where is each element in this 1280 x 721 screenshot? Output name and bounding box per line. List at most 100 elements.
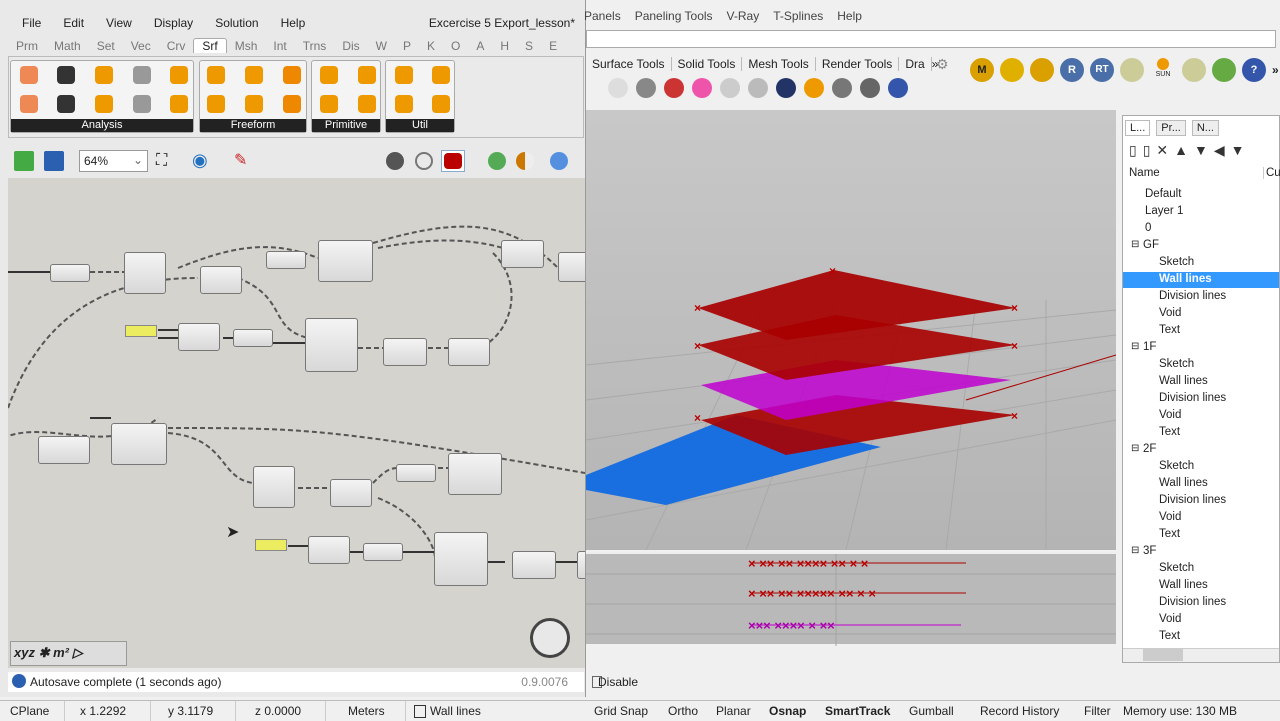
layer-item[interactable]: Void: [1159, 307, 1181, 319]
tab-e[interactable]: E: [541, 39, 565, 53]
toggle-filter[interactable]: Filter: [1084, 704, 1111, 718]
layer-item[interactable]: Sketch: [1159, 562, 1194, 574]
m-plugin-icon[interactable]: M: [970, 58, 994, 82]
settings-gear-icon[interactable]: ⚙: [936, 56, 949, 73]
component-icon[interactable]: [20, 66, 38, 84]
component-icon[interactable]: [395, 95, 413, 113]
collapse-icon[interactable]: ⊟: [1131, 545, 1139, 556]
toolbar-icon[interactable]: [608, 78, 628, 98]
tab-srf[interactable]: Srf: [193, 38, 227, 53]
toggle-ortho[interactable]: Ortho: [668, 704, 698, 718]
ground-plane-icon[interactable]: [1182, 58, 1206, 82]
layer-item[interactable]: Division lines: [1159, 290, 1226, 302]
current-layer-label[interactable]: Wall lines: [430, 704, 481, 718]
horizontal-scrollbar[interactable]: [1123, 648, 1279, 662]
menu-solution[interactable]: Solution: [215, 16, 258, 30]
toolbar-tab-0[interactable]: Surface Tools: [586, 57, 672, 71]
tab-s[interactable]: S: [517, 39, 541, 53]
panel-tab-2[interactable]: N...: [1191, 120, 1219, 136]
layer-item[interactable]: Sketch: [1159, 460, 1194, 472]
preview-selected-button[interactable]: [441, 150, 465, 172]
tab-h[interactable]: H: [492, 39, 517, 53]
toggle-grid-snap[interactable]: Grid Snap: [594, 704, 648, 718]
more-icons-chevron[interactable]: »: [1272, 58, 1279, 82]
tab-msh[interactable]: Msh: [227, 39, 266, 53]
component-icon[interactable]: [133, 66, 151, 84]
tab-int[interactable]: Int: [265, 39, 294, 53]
panel-tab-1[interactable]: Pr...: [1156, 120, 1186, 136]
bake-icon[interactable]: [488, 152, 506, 170]
component-icon[interactable]: [133, 95, 151, 113]
tab-o[interactable]: O: [443, 39, 468, 53]
component-icon[interactable]: [432, 66, 450, 84]
component-icon[interactable]: [283, 95, 301, 113]
zoom-extents-icon[interactable]: ⛶: [156, 152, 167, 170]
display-icon[interactable]: [550, 152, 568, 170]
layer-item[interactable]: 2F: [1143, 443, 1156, 455]
toggle-planar[interactable]: Planar: [716, 704, 751, 718]
layer-item[interactable]: Wall lines: [1159, 579, 1208, 591]
layer-item[interactable]: Text: [1159, 528, 1180, 540]
save-icon[interactable]: [44, 151, 64, 171]
toolbar-icon[interactable]: [720, 78, 740, 98]
component-icon[interactable]: [95, 95, 113, 113]
material-icon[interactable]: [516, 152, 534, 170]
tag-icon[interactable]: [1000, 58, 1024, 82]
layer-item[interactable]: 1F: [1143, 341, 1156, 353]
gh-canvas[interactable]: ➤: [8, 178, 585, 668]
preview-wire-icon[interactable]: [386, 152, 404, 170]
menu-display[interactable]: Display: [154, 16, 193, 30]
layer-item[interactable]: Void: [1159, 511, 1181, 523]
plane-icon[interactable]: [1120, 58, 1144, 82]
sun-icon[interactable]: SUN: [1150, 58, 1176, 82]
layer-item[interactable]: Layer 1: [1145, 205, 1183, 217]
component-icon[interactable]: [170, 95, 188, 113]
toolbar-icon[interactable]: [888, 78, 908, 98]
rhino-menu-1[interactable]: Paneling Tools: [635, 9, 713, 23]
layer-item[interactable]: Default: [1145, 188, 1181, 200]
component-icon[interactable]: [395, 66, 413, 84]
navigation-wheel-icon[interactable]: [530, 618, 570, 658]
toolbar-icon[interactable]: [776, 78, 796, 98]
layer-item[interactable]: Division lines: [1159, 392, 1226, 404]
toolbar-icon[interactable]: [832, 78, 852, 98]
layer-item[interactable]: 3F: [1143, 545, 1156, 557]
help-icon[interactable]: ?: [1242, 58, 1266, 82]
tab-prm[interactable]: Prm: [8, 39, 46, 53]
toolbar-tab-4[interactable]: Dra: [899, 57, 932, 71]
panel-yellow[interactable]: [255, 539, 287, 551]
units-label[interactable]: Meters: [348, 704, 385, 718]
collapse-icon[interactable]: ⊟: [1131, 341, 1139, 352]
component-icon[interactable]: [57, 66, 75, 84]
layer-item[interactable]: Sketch: [1159, 256, 1194, 268]
toolbar-icon[interactable]: [692, 78, 712, 98]
component-icon[interactable]: [95, 66, 113, 84]
menu-view[interactable]: View: [106, 16, 132, 30]
menu-file[interactable]: File: [22, 16, 41, 30]
toggle-record-history[interactable]: Record History: [980, 704, 1059, 718]
component-icon[interactable]: [207, 66, 225, 84]
realtime-render-icon[interactable]: RT: [1090, 58, 1114, 82]
component-icon[interactable]: [283, 66, 301, 84]
toolbar-tab-2[interactable]: Mesh Tools: [742, 57, 816, 71]
layer-item[interactable]: Wall lines: [1159, 375, 1208, 387]
component-icon[interactable]: [320, 66, 338, 84]
tag-f-icon[interactable]: [1030, 58, 1054, 82]
tab-trns[interactable]: Trns: [295, 39, 335, 53]
tab-crv[interactable]: Crv: [159, 39, 194, 53]
tab-k[interactable]: K: [419, 39, 443, 53]
toolbar-icon[interactable]: [636, 78, 656, 98]
zoom-select[interactable]: 64% ⌄: [79, 150, 148, 172]
component-icon[interactable]: [432, 95, 450, 113]
rhino-menu-0[interactable]: Panels: [584, 9, 621, 23]
collapse-icon[interactable]: ⊟: [1131, 443, 1139, 454]
layer-item[interactable]: Text: [1159, 426, 1180, 438]
component-icon[interactable]: [20, 95, 38, 113]
toolbar-icon[interactable]: [664, 78, 684, 98]
toggle-osnap[interactable]: Osnap: [769, 704, 806, 718]
component-icon[interactable]: [320, 95, 338, 113]
component-icon[interactable]: [57, 95, 75, 113]
tab-a[interactable]: A: [468, 39, 492, 53]
panel-tab-0[interactable]: L...: [1125, 120, 1151, 136]
perspective-viewport[interactable]: × × × × × × ×: [585, 110, 1117, 551]
